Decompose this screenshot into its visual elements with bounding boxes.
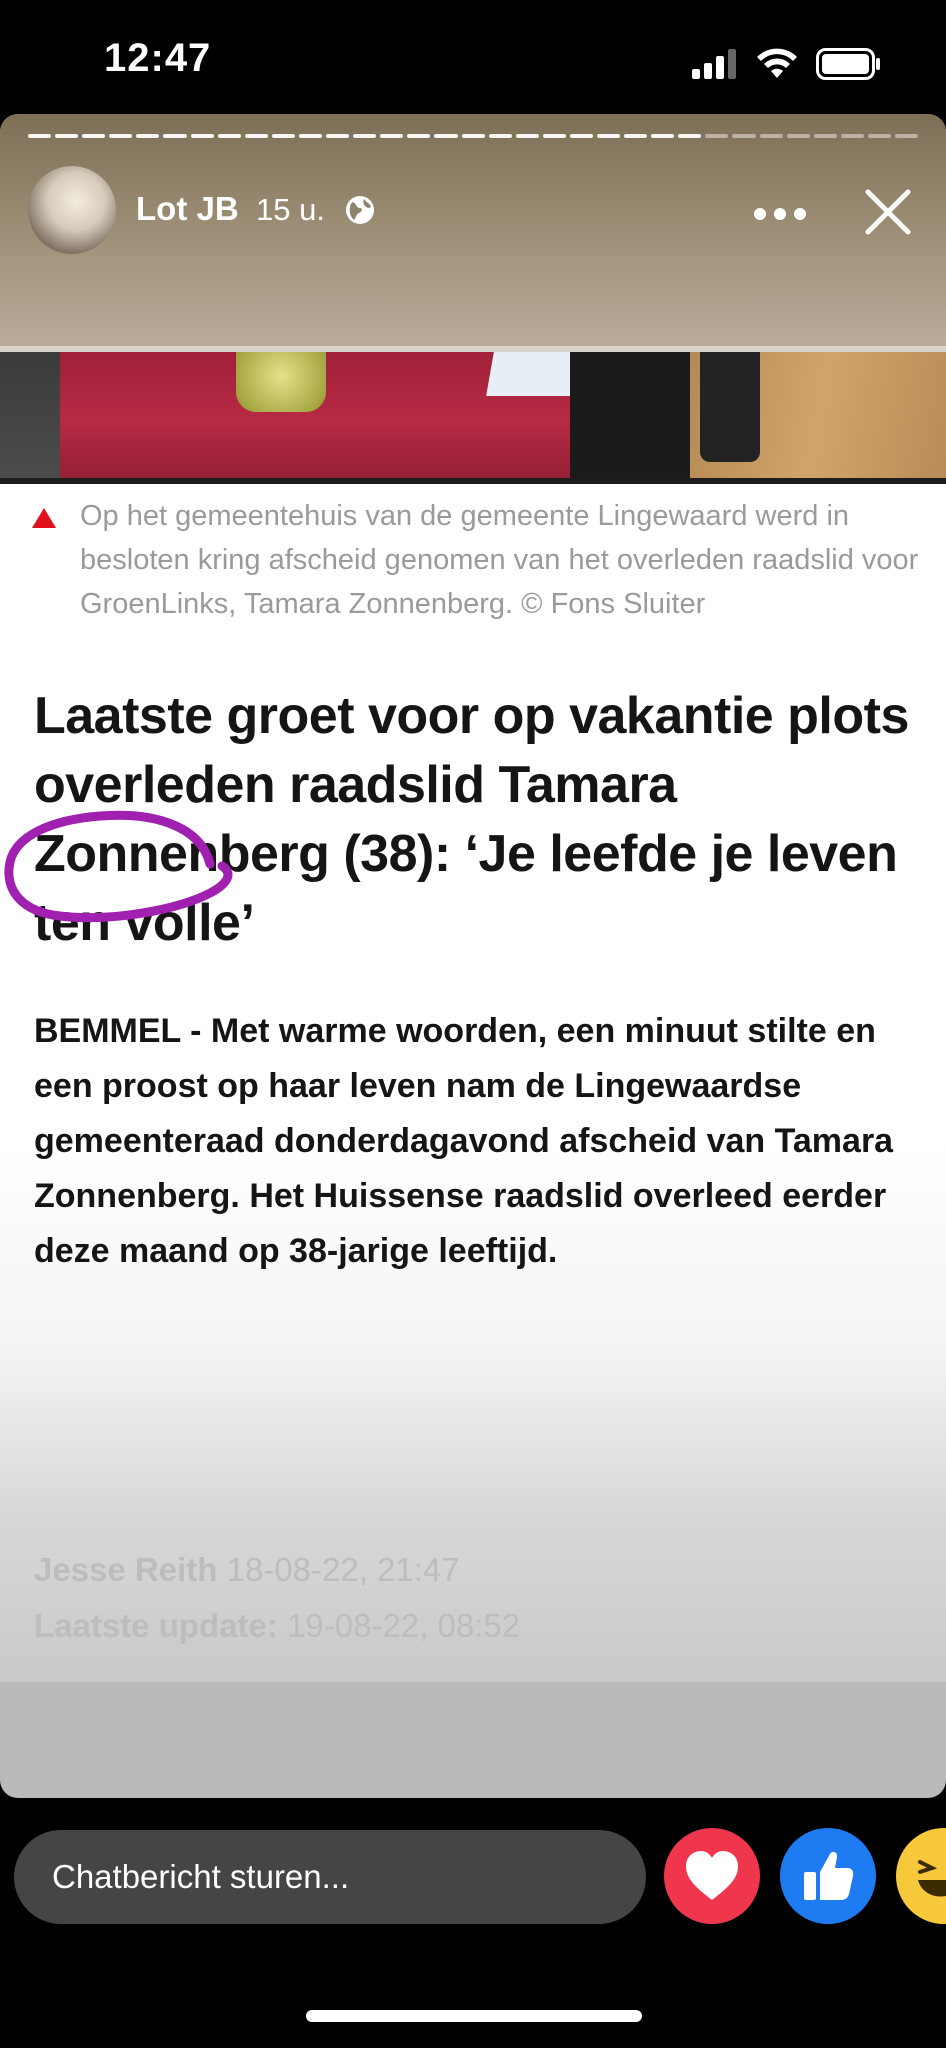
story-progress-segment xyxy=(298,134,323,138)
like-icon xyxy=(804,1851,854,1900)
story-progress-segment xyxy=(596,134,621,138)
reaction-haha[interactable] xyxy=(896,1828,946,1924)
story-progress-segment xyxy=(109,134,133,138)
story-progress-segment xyxy=(705,134,729,138)
article-lead: BEMMEL - Met warme woorden, een minuut s… xyxy=(34,1012,894,1270)
reaction-love[interactable] xyxy=(664,1828,760,1924)
story-progress-segment xyxy=(840,134,864,138)
status-bar: 12:47 xyxy=(0,0,946,114)
close-icon[interactable] xyxy=(862,186,914,238)
story-progress-segment xyxy=(190,134,214,138)
more-icon[interactable] xyxy=(752,194,808,234)
story-progress-segment xyxy=(271,134,295,138)
story-author[interactable]: Lot JB xyxy=(136,190,239,228)
avatar[interactable] xyxy=(28,166,116,254)
story-progress-segment xyxy=(461,134,485,138)
story-progress-segment xyxy=(624,134,648,138)
story-progress xyxy=(28,134,919,139)
reply-bar: Chatbericht sturen... xyxy=(0,1798,946,2048)
signal-icon xyxy=(692,49,736,79)
byline-author-row: Jesse Reith 18-08-22, 21:47 xyxy=(34,1542,520,1598)
caption-triangle-icon xyxy=(32,508,56,528)
story-progress-segment xyxy=(217,134,241,138)
byline-update-label: Laatste update: xyxy=(34,1607,278,1644)
story-progress-segment xyxy=(759,134,783,138)
byline: Jesse Reith 18-08-22, 21:47 Laatste upda… xyxy=(34,1542,520,1654)
story-progress-segment xyxy=(867,134,891,138)
story-progress-segment xyxy=(407,134,431,138)
heart-icon xyxy=(686,1851,738,1900)
byline-author[interactable]: Jesse Reith xyxy=(34,1551,217,1588)
reaction-like[interactable] xyxy=(780,1828,876,1924)
story-card: Lot JB 15 u. Op het gemeentehuis van de … xyxy=(0,114,946,1798)
shared-screenshot: Op het gemeentehuis van de gemeente Ling… xyxy=(0,346,946,1682)
home-indicator[interactable] xyxy=(306,2010,642,2022)
story-progress-segment xyxy=(732,134,756,138)
story-progress-segment xyxy=(678,134,702,138)
story-progress-segment xyxy=(326,134,350,138)
byline-updated: 19-08-22, 08:52 xyxy=(287,1607,521,1644)
story-progress-segment xyxy=(488,134,512,138)
story-progress-segment xyxy=(82,134,106,138)
story-progress-segment xyxy=(55,134,79,138)
story-header: Lot JB 15 u. xyxy=(0,114,946,346)
story-progress-segment xyxy=(542,134,566,138)
wifi-icon xyxy=(757,48,797,78)
story-progress-segment xyxy=(569,134,593,138)
byline-published: 18-08-22, 21:47 xyxy=(226,1551,460,1588)
story-progress-segment xyxy=(895,134,919,138)
story-progress-segment xyxy=(353,134,377,138)
story-progress-segment xyxy=(28,134,52,138)
status-time: 12:47 xyxy=(104,36,212,80)
story-progress-segment xyxy=(651,134,675,138)
globe-icon xyxy=(346,196,374,224)
article-photo xyxy=(0,346,946,484)
story-progress-segment xyxy=(515,134,539,138)
status-icons xyxy=(692,44,882,84)
chat-input[interactable]: Chatbericht sturen... xyxy=(14,1830,646,1924)
story-progress-segment xyxy=(244,134,268,138)
article: Op het gemeentehuis van de gemeente Ling… xyxy=(0,484,946,1682)
battery-icon xyxy=(816,48,880,80)
photo-caption: Op het gemeentehuis van de gemeente Ling… xyxy=(80,500,919,620)
story-progress-segment xyxy=(434,134,458,138)
hand-drawn-circle xyxy=(4,810,233,923)
story-progress-segment xyxy=(163,134,187,138)
story-progress-segment xyxy=(813,134,837,138)
byline-update-row: Laatste update: 19-08-22, 08:52 xyxy=(34,1598,520,1654)
haha-icon xyxy=(918,1860,946,1897)
story-time: 15 u. xyxy=(256,192,325,227)
story-progress-segment xyxy=(380,134,404,138)
story-progress-segment xyxy=(786,134,810,138)
story-progress-segment xyxy=(136,134,160,138)
